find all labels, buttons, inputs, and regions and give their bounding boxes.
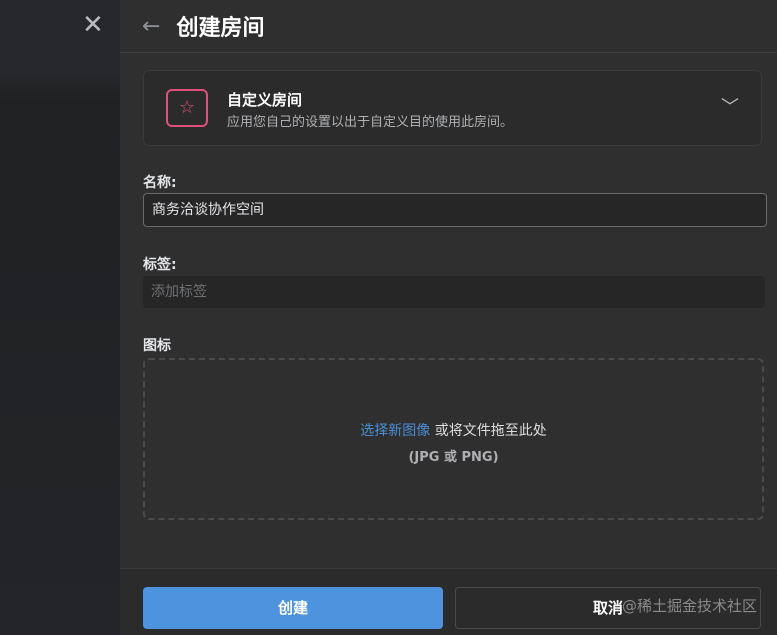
close-icon[interactable]: ✕ [82, 10, 104, 40]
tags-input[interactable]: 添加标签 [143, 276, 765, 308]
name-input[interactable]: 商务洽谈协作空间 [143, 193, 767, 227]
drop-hint: 或将文件拖至此处 [430, 423, 547, 439]
create-room-panel: ← 创建房间 ☆ 自定义房间 应用您自己的设置以出于自定义目的使用此房间。 ﹀ … [120, 0, 777, 635]
chevron-down-icon[interactable]: ﹀ [721, 93, 739, 119]
room-type-description: 应用您自己的设置以出于自定义目的使用此房间。 [227, 115, 514, 130]
format-hint: (JPG 或 PNG) [408, 450, 499, 465]
name-label: 名称: [143, 175, 177, 191]
image-dropzone[interactable]: 选择新图像 或将文件拖至此处 (JPG 或 PNG) [143, 358, 764, 520]
select-image-link[interactable]: 选择新图像 [360, 423, 430, 439]
room-type-title: 自定义房间 [227, 91, 303, 109]
header: ← 创建房间 [120, 0, 777, 53]
icon-label: 图标 [143, 338, 171, 354]
back-arrow-icon[interactable]: ← [142, 14, 160, 39]
tags-label: 标签: [143, 257, 177, 273]
room-type-select[interactable]: ☆ 自定义房间 应用您自己的设置以出于自定义目的使用此房间。 ﹀ [143, 70, 762, 146]
sidebar-backdrop [0, 0, 120, 634]
watermark: @稀土掘金技术社区 [621, 597, 757, 615]
create-button[interactable]: 创建 [143, 587, 443, 629]
page-title: 创建房间 [176, 16, 265, 41]
star-icon: ☆ [166, 89, 208, 127]
